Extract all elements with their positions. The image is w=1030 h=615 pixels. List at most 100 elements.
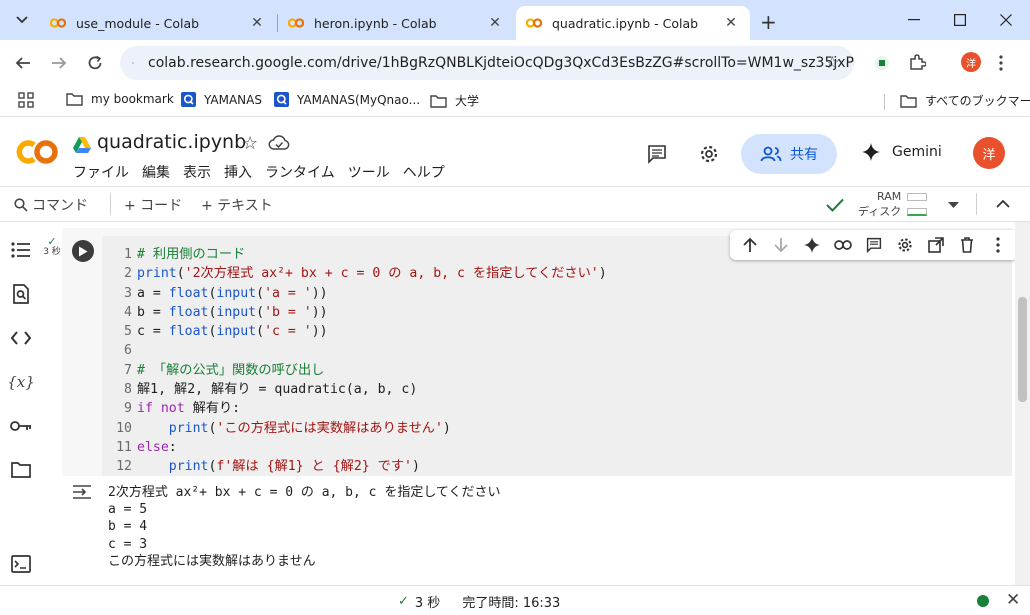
code-line: 9 if not 解有り: — [102, 399, 607, 418]
close-icon[interactable]: ✕ — [248, 15, 266, 31]
ram-meter — [907, 192, 928, 201]
all-bookmarks-button[interactable]: すべてのブックマーク — [900, 92, 1030, 109]
extension-button[interactable] — [871, 52, 893, 74]
omnibox[interactable]: colab.research.google.com/drive/1hBgRzQN… — [120, 46, 854, 80]
output-line: b = 4 — [108, 519, 148, 535]
close-icon[interactable]: ✕ — [486, 15, 504, 31]
browser-tab-use-module[interactable]: use_module - Colab ✕ — [40, 6, 276, 40]
browser-menu-button[interactable] — [990, 52, 1012, 74]
arrow-right-icon — [52, 57, 67, 69]
notebook-toolbar: コマンド + コード + テキスト RAM ディスク — [0, 186, 1030, 222]
scrollbar-thumb[interactable] — [1018, 297, 1027, 402]
more-actions-button[interactable] — [987, 234, 1009, 256]
browser-tab-heron[interactable]: heron.ipynb - Colab ✕ — [278, 6, 514, 40]
menu-file[interactable]: ファイル — [73, 162, 129, 182]
close-window-button[interactable] — [991, 8, 1021, 32]
secrets-button[interactable] — [9, 414, 33, 438]
line-source: c = float(input('c = ')) — [137, 324, 328, 340]
site-settings-icon[interactable] — [132, 56, 134, 70]
cell-output: 2次方程式 ax²+ bx + c = 0 の a, b, c を指定してくださ… — [62, 476, 1012, 580]
colab-favicon-icon — [526, 15, 542, 31]
menu-help[interactable]: ヘルプ — [403, 162, 445, 182]
tab-search-button[interactable] — [8, 6, 36, 34]
run-cell-button[interactable] — [72, 240, 94, 262]
maximize-button[interactable] — [945, 8, 975, 32]
apps-button[interactable] — [18, 92, 34, 108]
reload-button[interactable] — [82, 50, 108, 76]
arrow-up-icon — [742, 237, 757, 252]
puzzle-icon — [910, 54, 926, 70]
gemini-label: Gemini — [892, 144, 942, 160]
comment-icon — [648, 145, 666, 164]
arrow-left-icon — [15, 57, 30, 69]
forward-button[interactable] — [46, 50, 72, 76]
command-label: コマンド — [32, 198, 88, 214]
maximize-icon — [954, 14, 966, 26]
star-icon[interactable]: ☆ — [242, 133, 258, 154]
move-up-button[interactable] — [739, 234, 761, 256]
user-avatar[interactable]: 洋 — [973, 137, 1005, 169]
colab-logo-icon[interactable] — [14, 137, 60, 167]
code-editor[interactable]: 1 # 利用側のコード 2 print('2次方程式 ax²+ bx + c = 0… — [102, 236, 1012, 476]
delete-cell-button[interactable] — [956, 234, 978, 256]
add-comment-button[interactable] — [863, 234, 885, 256]
minimize-button[interactable] — [899, 8, 929, 32]
variables-button[interactable]: {x} — [7, 370, 35, 394]
terminal-button[interactable] — [9, 552, 33, 576]
line-source: # 利用側のコード — [137, 247, 246, 262]
find-replace-button[interactable] — [9, 282, 33, 306]
settings-button[interactable] — [696, 141, 722, 167]
gemini-button[interactable]: Gemini — [862, 143, 942, 161]
code-line: 4 b = float(input('b = ')) — [102, 303, 607, 322]
collapse-toolbar-icon[interactable] — [996, 199, 1010, 208]
cell-settings-button[interactable] — [894, 234, 916, 256]
move-down-button[interactable] — [770, 234, 792, 256]
code-line: 2 print('2次方程式 ax²+ bx + c = 0 の a, b, c … — [102, 264, 607, 283]
menu-tools[interactable]: ツール — [348, 162, 390, 182]
notebook-scrollbar[interactable] — [1015, 222, 1030, 585]
gemini-cell-button[interactable] — [801, 234, 823, 256]
menu-view[interactable]: 表示 — [183, 162, 211, 182]
output-actions-icon[interactable] — [72, 484, 92, 500]
table-of-contents-button[interactable] — [9, 238, 33, 262]
bookmarks-bar: my bookmark YAMANAS YAMANAS(MyQnao... 大学… — [0, 86, 1030, 116]
bookmark-yamanas-myqnao[interactable]: YAMANAS(MyQnao... — [274, 92, 420, 107]
new-tab-button[interactable]: + — [760, 10, 777, 34]
folder-icon — [430, 94, 447, 108]
close-icon[interactable]: ✕ — [722, 15, 740, 31]
bookmark-star-icon[interactable]: ☆ — [825, 53, 840, 73]
extensions-menu-button[interactable] — [906, 52, 928, 74]
line-number: 6 — [124, 343, 132, 359]
colab-favicon-icon — [288, 15, 304, 31]
execution-summary[interactable]: ✓ 3 秒 完了時間: 16:33 — [398, 592, 560, 611]
back-button[interactable] — [10, 50, 36, 76]
command-palette-button[interactable]: コマンド — [14, 195, 88, 215]
code-line: 6 — [102, 341, 607, 360]
menu-insert[interactable]: 挿入 — [224, 162, 252, 182]
copy-link-button[interactable] — [832, 234, 854, 256]
add-text-button[interactable]: + テキスト — [201, 195, 273, 215]
share-button[interactable]: 共有 — [741, 134, 837, 174]
browser-tab-quadratic[interactable]: quadratic.ipynb - Colab ✕ — [516, 6, 750, 40]
code-cell[interactable]: 1 # 利用側のコード 2 print('2次方程式 ax²+ bx + c = 0… — [62, 228, 1018, 476]
mirror-cell-button[interactable] — [925, 234, 947, 256]
add-code-button[interactable]: + コード — [124, 195, 182, 215]
menu-edit[interactable]: 編集 — [142, 162, 170, 182]
bookmark-my-bookmark[interactable]: my bookmark — [66, 92, 174, 106]
notebook-title[interactable]: quadratic.ipynb — [97, 131, 246, 153]
bookmark-yamanas[interactable]: YAMANAS — [181, 92, 262, 107]
resource-monitor[interactable]: RAM ディスク — [858, 189, 928, 219]
menu-runtime[interactable]: ランタイム — [265, 162, 335, 182]
caret-down-icon[interactable] — [948, 202, 959, 209]
code-line: 3 a = float(input('a = ')) — [102, 284, 607, 303]
files-button[interactable] — [9, 458, 33, 482]
profile-avatar[interactable]: 洋 — [961, 52, 981, 72]
comments-button[interactable] — [644, 141, 670, 167]
bookmark-daigaku[interactable]: 大学 — [430, 92, 479, 109]
code-snippets-button[interactable] — [9, 326, 33, 350]
url-text[interactable]: colab.research.google.com/drive/1hBgRzQN… — [148, 55, 854, 71]
exec-time: 3 秒 — [43, 247, 61, 257]
toolbar-divider — [976, 193, 977, 215]
close-status-icon[interactable]: ✕ — [1006, 590, 1020, 610]
colab-header: quadratic.ipynb ☆ ファイル 編集 表示 挿入 ランタイム ツー… — [0, 116, 1030, 186]
